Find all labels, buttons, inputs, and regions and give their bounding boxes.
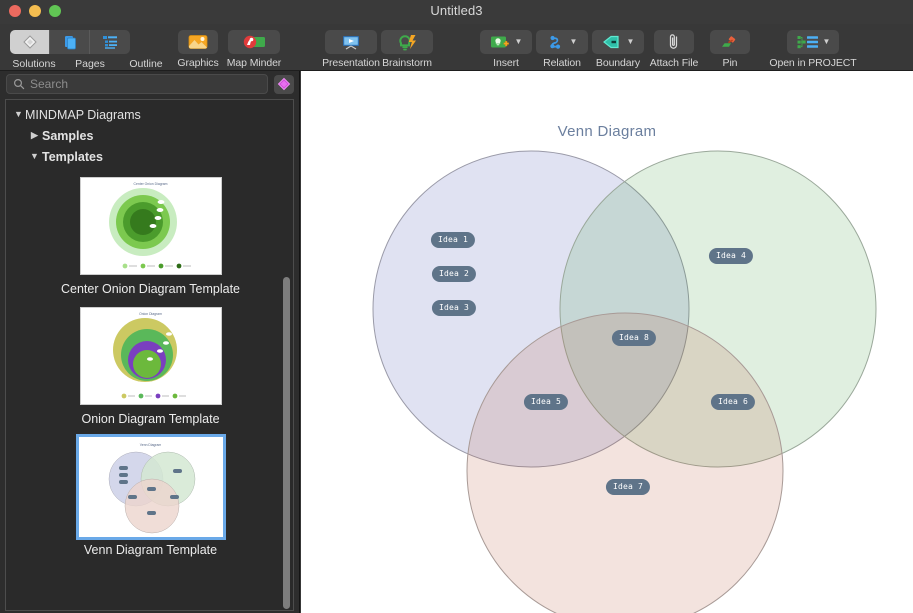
brainstorm-icon (399, 34, 416, 50)
toolbar-label-outline: Outline (129, 58, 163, 70)
chevron-down-icon-boundary[interactable]: ▼ (627, 38, 635, 46)
toolbar-button-open-in-project[interactable]: ▼ Open in PROJECT (758, 30, 868, 69)
toolbar-label-solutions: Solutions (12, 58, 56, 70)
toolbar-button-solutions[interactable] (10, 30, 50, 54)
paperclip-icon (669, 34, 678, 49)
project-icon (797, 36, 818, 49)
chevron-down-icon-templates[interactable]: ▼ (28, 152, 41, 161)
toolbar-group-insert: ▼ Insert ▼ Relation ▼ Boundary Attach Fi… (478, 30, 868, 69)
template-item-venn[interactable]: Venn Diagram Venn Diagram Template (6, 434, 293, 557)
thumbnail-title-onion: Onion Diagram (139, 312, 162, 316)
toolbar-button-pin[interactable]: Pin (702, 30, 758, 69)
sidebar-scrollbar-track[interactable] (281, 101, 292, 610)
search-row (0, 71, 300, 97)
template-item-center-onion[interactable]: Center Onion Diagram Center Onion Diagra… (6, 177, 293, 296)
toolbar-segmented-group (10, 30, 130, 54)
templates-tree[interactable]: ▼ MINDMAP Diagrams ▶ Samples ▼ Templates… (5, 99, 294, 611)
idea-node-4[interactable]: Idea 4 (708, 248, 754, 264)
toolbar-label-relation: Relation (543, 57, 581, 69)
chevron-right-icon-samples[interactable]: ▶ (28, 131, 41, 140)
chevron-down-icon-project[interactable]: ▼ (823, 38, 831, 46)
template-label-onion: Onion Diagram Template (81, 412, 220, 426)
title-bar: Untitled3 (0, 0, 913, 24)
toolbar-button-map-minder[interactable]: Map Minder (226, 30, 282, 69)
tree-node-templates-label: Templates (42, 149, 103, 164)
toolbar-label-brainstorm: Brainstorm (382, 57, 432, 69)
tree-node-templates[interactable]: ▼ Templates (6, 146, 293, 167)
toolbar-label-graphics: Graphics (177, 57, 219, 69)
idea-node-3[interactable]: Idea 3 (431, 300, 477, 316)
toolbar-segmented-labels: Solutions Pages Outline (6, 58, 174, 70)
idea-node-6[interactable]: Idea 6 (710, 394, 756, 410)
outline-icon (103, 36, 117, 49)
toolbar-label-insert: Insert (493, 57, 519, 69)
toolbar-label-open-in-project: Open in PROJECT (769, 57, 857, 69)
application-window: Untitled3 Solutions Pages Outline Graphi… (0, 0, 913, 613)
venn-preview-icon (108, 451, 195, 534)
toolbar-group-present: Presentation Brainstorm (322, 30, 435, 69)
onion-preview-icon (112, 318, 186, 399)
sidebar-scrollbar-thumb[interactable] (283, 277, 290, 609)
idea-node-5[interactable]: Idea 5 (523, 394, 569, 410)
template-label-center-onion: Center Onion Diagram Template (60, 282, 241, 296)
pin-icon (722, 36, 736, 47)
toolbar-button-boundary[interactable]: ▼ Boundary (590, 30, 646, 69)
diamond-icon (22, 35, 37, 49)
toolbar-button-presentation[interactable]: Presentation (322, 30, 380, 69)
template-thumbnail-center-onion[interactable]: Center Onion Diagram (79, 177, 222, 275)
image-icon (188, 35, 208, 49)
toolbar-label-pages: Pages (75, 58, 105, 70)
toolbar-button-attach-file[interactable]: Attach File (646, 30, 702, 69)
toolbar-group-graphics: Graphics Map Minder (170, 30, 282, 69)
template-label-venn: Venn Diagram Template (83, 543, 218, 557)
search-icon (13, 78, 25, 90)
toolbar-button-pages[interactable] (50, 30, 90, 54)
tree-root-label: MINDMAP Diagrams (25, 107, 141, 122)
chevron-down-icon-relation[interactable]: ▼ (570, 38, 578, 46)
pages-icon (64, 36, 76, 50)
window-title: Untitled3 (430, 3, 483, 18)
venn-diagram-graphic[interactable] (301, 71, 913, 613)
thumbnail-title-venn: Venn Diagram (139, 443, 162, 447)
magic-diamond-button[interactable] (274, 74, 294, 94)
presentation-icon (343, 36, 359, 50)
toolbar-label-pin: Pin (722, 57, 738, 69)
chevron-down-icon-root[interactable]: ▼ (12, 110, 25, 119)
center-onion-preview-icon (108, 188, 191, 269)
chevron-down-icon-insert[interactable]: ▼ (515, 38, 523, 46)
thumbnail-title-center-onion: Center Onion Diagram (133, 182, 168, 186)
toolbar-button-graphics[interactable]: Graphics (170, 30, 226, 69)
toolbar-label-map-minder: Map Minder (226, 57, 282, 69)
tree-node-samples[interactable]: ▶ Samples (6, 125, 293, 146)
toolbar-button-brainstorm[interactable]: Brainstorm (379, 30, 435, 69)
magic-diamond-icon (277, 77, 291, 91)
search-input[interactable] (30, 77, 261, 91)
venn-circle-bottom (466, 312, 784, 613)
tree-node-samples-label: Samples (42, 128, 94, 143)
insert-topic-icon (490, 36, 509, 48)
toolbar-label-boundary: Boundary (595, 57, 641, 69)
tree-root-mindmap-diagrams[interactable]: ▼ MINDMAP Diagrams (6, 104, 293, 125)
relation-icon (549, 35, 560, 49)
toolbar-button-insert[interactable]: ▼ Insert (478, 30, 534, 69)
toolbar-button-outline[interactable] (90, 30, 130, 54)
search-box[interactable] (6, 74, 268, 94)
template-thumbnail-onion[interactable]: Onion Diagram (79, 307, 222, 405)
idea-node-1[interactable]: Idea 1 (430, 232, 476, 248)
tree-scroll-content: ▼ MINDMAP Diagrams ▶ Samples ▼ Templates… (6, 104, 293, 610)
map-minder-icon (243, 35, 265, 49)
template-item-onion[interactable]: Onion Diagram Onion Diagram Template (6, 307, 293, 426)
idea-node-8[interactable]: Idea 8 (611, 330, 657, 346)
idea-node-2[interactable]: Idea 2 (431, 266, 477, 282)
toolbar-button-relation[interactable]: ▼ Relation (534, 30, 590, 69)
boundary-icon (602, 35, 619, 49)
idea-node-7[interactable]: Idea 7 (605, 479, 651, 495)
template-thumbnail-venn[interactable]: Venn Diagram (75, 434, 226, 540)
toolbar-label-presentation: Presentation (322, 57, 380, 69)
toolbar: Solutions Pages Outline Graphics Map Min… (0, 24, 913, 71)
sidebar: ▼ MINDMAP Diagrams ▶ Samples ▼ Templates… (0, 71, 300, 613)
diagram-canvas[interactable]: Venn Diagram Idea 1 Idea 2 Idea 3 Idea 4… (301, 71, 913, 613)
toolbar-label-attach-file: Attach File (649, 57, 699, 69)
